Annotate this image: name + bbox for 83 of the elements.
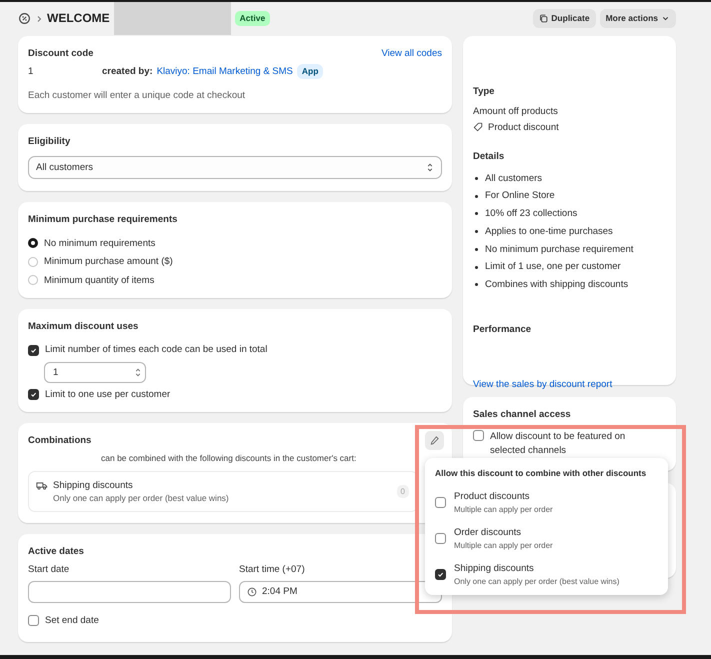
option-label: Set end date bbox=[45, 614, 99, 626]
bullet-icon bbox=[475, 283, 478, 286]
checkbox[interactable] bbox=[28, 344, 39, 356]
option-label: Minimum quantity of items bbox=[44, 274, 154, 286]
clock-icon bbox=[247, 586, 257, 597]
card-title: Combinations bbox=[28, 434, 92, 446]
pencil-icon bbox=[429, 435, 440, 446]
option-label: Limit to one use per customer bbox=[45, 388, 170, 400]
select-arrows-icon bbox=[426, 162, 434, 174]
option-note: Multiple can apply per order bbox=[454, 540, 553, 550]
checkbox[interactable] bbox=[473, 430, 484, 442]
app-badge: App bbox=[296, 64, 324, 79]
page-title: WELCOME bbox=[47, 11, 110, 26]
option-label: Order discounts bbox=[454, 527, 522, 539]
card-title: Discount code bbox=[28, 48, 94, 60]
detail-item: Limit of 1 use, one per customer bbox=[485, 261, 621, 273]
bullet-icon bbox=[475, 212, 478, 216]
detail-item: For Online Store bbox=[485, 190, 555, 202]
combinations-description: can be combined with the following discounts in the customer's cart: bbox=[101, 453, 358, 464]
more-actions-button[interactable]: More actions bbox=[600, 9, 676, 28]
checkbox[interactable] bbox=[435, 533, 446, 544]
option-label: No minimum requirements bbox=[44, 238, 156, 250]
count-badge: 0 bbox=[396, 484, 409, 498]
bullet-icon bbox=[475, 176, 478, 180]
detail-item: Applies to one-time purchases bbox=[485, 226, 613, 238]
bullet-icon bbox=[475, 230, 478, 234]
bullet-icon bbox=[475, 248, 478, 251]
checkbox[interactable] bbox=[28, 614, 39, 626]
section-title: Performance bbox=[473, 324, 532, 336]
card-title: Active dates bbox=[28, 546, 85, 558]
discount-code: 1 bbox=[28, 66, 34, 78]
bullet-icon bbox=[475, 266, 478, 269]
option-label: Product discounts bbox=[454, 491, 531, 503]
code-note: Each customer will enter a unique code at checkout bbox=[28, 90, 246, 101]
discount-icon bbox=[18, 12, 31, 25]
combination-name: Shipping discounts bbox=[53, 480, 134, 492]
option-note: Multiple can apply per order bbox=[454, 504, 553, 514]
report-link[interactable]: View the sales by discount report bbox=[473, 379, 666, 390]
checkmark-icon bbox=[29, 346, 38, 354]
status-badge: Active bbox=[234, 11, 270, 26]
option-label: Minimum purchase amount ($) bbox=[44, 256, 173, 268]
detail-item: 10% off 23 collections bbox=[485, 208, 578, 220]
chevron-right-icon bbox=[35, 14, 43, 22]
popover-title: Allow this discount to combine with other discounts bbox=[435, 468, 648, 478]
eligibility-select[interactable]: All customers bbox=[28, 156, 442, 180]
created-by-label: created by: bbox=[102, 66, 153, 78]
view-all-codes-link[interactable]: View all codes bbox=[381, 48, 442, 60]
usage-limit-field[interactable]: 1 bbox=[44, 362, 146, 383]
radio-button[interactable] bbox=[28, 238, 38, 248]
bullet-icon bbox=[475, 194, 478, 198]
checkbox[interactable] bbox=[435, 569, 446, 580]
checkmark-icon bbox=[436, 570, 445, 580]
checkmark-icon bbox=[29, 390, 38, 399]
stepper-icon bbox=[134, 366, 142, 378]
field-label: Start date bbox=[28, 564, 70, 576]
start-date-field[interactable] bbox=[28, 580, 231, 603]
truck-icon bbox=[36, 480, 48, 492]
tag-icon bbox=[473, 122, 483, 132]
discount-category: Product discount bbox=[488, 122, 559, 134]
detail-item: All customers bbox=[485, 172, 542, 184]
discount-type: Amount off products bbox=[473, 106, 559, 118]
option-label: Shipping discounts bbox=[454, 563, 535, 575]
card-title: Minimum purchase requirements bbox=[28, 214, 178, 226]
card-title: Sales channel access bbox=[473, 409, 572, 420]
detail-item: Combines with shipping discounts bbox=[485, 279, 628, 291]
card-title: Eligibility bbox=[28, 136, 72, 148]
card-title: Maximum discount uses bbox=[28, 320, 140, 332]
duplicate-button[interactable]: Duplicate bbox=[533, 9, 596, 28]
option-note: Only one can apply per order (best value wins) bbox=[454, 576, 620, 586]
section-title: Details bbox=[473, 151, 506, 163]
checkbox[interactable] bbox=[435, 497, 446, 508]
creator-link[interactable]: Klaviyo: Email Marketing & SMS bbox=[156, 66, 293, 78]
checkbox[interactable] bbox=[28, 388, 39, 400]
field-label: Start time (+07) bbox=[239, 564, 306, 576]
edit-button[interactable] bbox=[425, 431, 444, 450]
section-title: Type bbox=[473, 86, 496, 98]
combination-item[interactable]: Shipping discounts Only one can apply per order (best value wins) 0 bbox=[28, 471, 418, 512]
option-label: Allow discount to be featured on selected channels bbox=[490, 430, 626, 458]
chevron-down-icon bbox=[661, 14, 670, 23]
combination-note: Only one can apply per order (best value wins) bbox=[53, 492, 230, 503]
duplicate-icon bbox=[539, 14, 548, 23]
detail-item: No minimum purchase requirement bbox=[485, 244, 634, 256]
option-label: Limit number of times each code can be used in total bbox=[45, 344, 268, 356]
